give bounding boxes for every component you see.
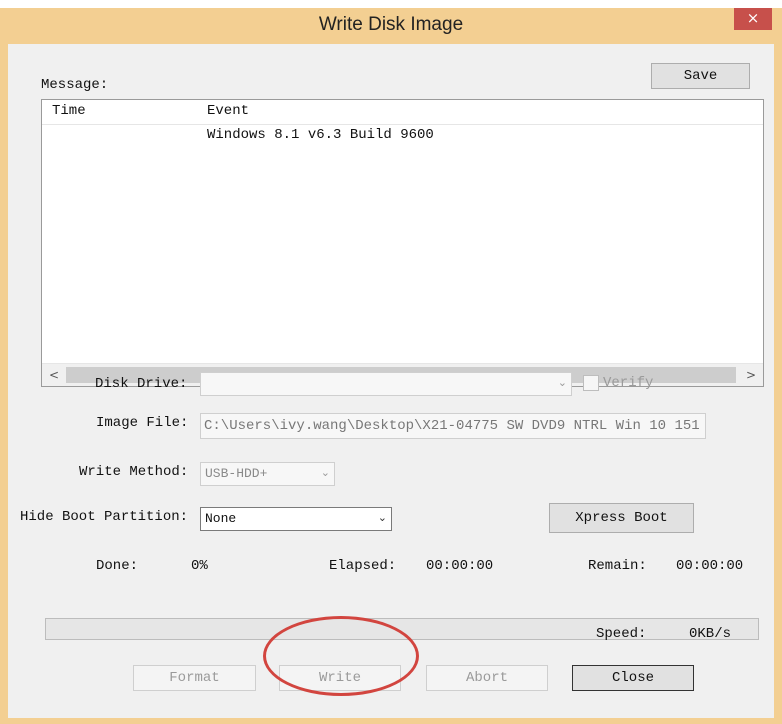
- chevron-down-icon: ⌄: [320, 466, 330, 479]
- message-list[interactable]: Time Event Windows 8.1 v6.3 Build 9600 <…: [41, 99, 764, 387]
- format-button[interactable]: Format: [133, 665, 256, 691]
- message-label: Message:: [41, 77, 109, 93]
- list-header: Time Event: [42, 100, 763, 125]
- hide-boot-partition-select[interactable]: None ⌄: [200, 507, 392, 531]
- abort-button[interactable]: Abort: [426, 665, 548, 691]
- row-event: Windows 8.1 v6.3 Build 9600: [207, 127, 434, 143]
- write-method-value: USB-HDD+: [205, 466, 268, 481]
- elapsed-value: 00:00:00: [426, 558, 494, 574]
- speed-value: 0KB/s: [689, 626, 732, 642]
- write-disk-image-dialog: Write Disk Image × Message: Save Time Ev…: [0, 8, 782, 724]
- close-button[interactable]: Close: [572, 665, 694, 691]
- title-bar[interactable]: Write Disk Image ×: [0, 8, 782, 44]
- elapsed-label: Elapsed:: [329, 558, 397, 574]
- column-event[interactable]: Event: [207, 103, 249, 119]
- chevron-down-icon: ⌄: [557, 376, 567, 389]
- chevron-down-icon: ⌄: [377, 511, 387, 524]
- scroll-right-icon[interactable]: >: [741, 365, 761, 385]
- list-item[interactable]: Windows 8.1 v6.3 Build 9600: [42, 126, 763, 148]
- close-icon[interactable]: ×: [734, 8, 772, 30]
- write-button[interactable]: Write: [279, 665, 401, 691]
- done-label: Done:: [96, 558, 139, 574]
- progress-bar: [45, 618, 759, 640]
- done-value: 0%: [191, 558, 208, 574]
- scroll-left-icon[interactable]: <: [44, 365, 64, 385]
- top-edge: [0, 0, 782, 8]
- dialog-body: Message: Save Time Event Windows 8.1 v6.…: [8, 44, 774, 718]
- save-button[interactable]: Save: [651, 63, 750, 89]
- image-file-field[interactable]: C:\Users\ivy.wang\Desktop\X21-04775 SW D…: [200, 413, 706, 439]
- remain-value: 00:00:00: [676, 558, 744, 574]
- image-file-label: Image File:: [96, 415, 189, 431]
- window-title: Write Disk Image: [318, 14, 464, 35]
- disk-drive-select[interactable]: ⌄: [200, 372, 572, 396]
- speed-label: Speed:: [596, 626, 647, 642]
- hide-boot-partition-value: None: [205, 511, 237, 526]
- write-method-select[interactable]: USB-HDD+ ⌄: [200, 462, 335, 486]
- remain-label: Remain:: [588, 558, 647, 574]
- hide-boot-partition-label: Hide Boot Partition:: [20, 509, 189, 525]
- disk-drive-label: Disk Drive:: [95, 376, 188, 392]
- write-method-label: Write Method:: [79, 464, 189, 480]
- verify-checkbox[interactable]: [583, 375, 599, 391]
- verify-label: Verify: [603, 375, 654, 391]
- column-time[interactable]: Time: [52, 103, 86, 119]
- image-file-value: C:\Users\ivy.wang\Desktop\X21-04775 SW D…: [204, 418, 700, 434]
- xpress-boot-button[interactable]: Xpress Boot: [549, 503, 694, 533]
